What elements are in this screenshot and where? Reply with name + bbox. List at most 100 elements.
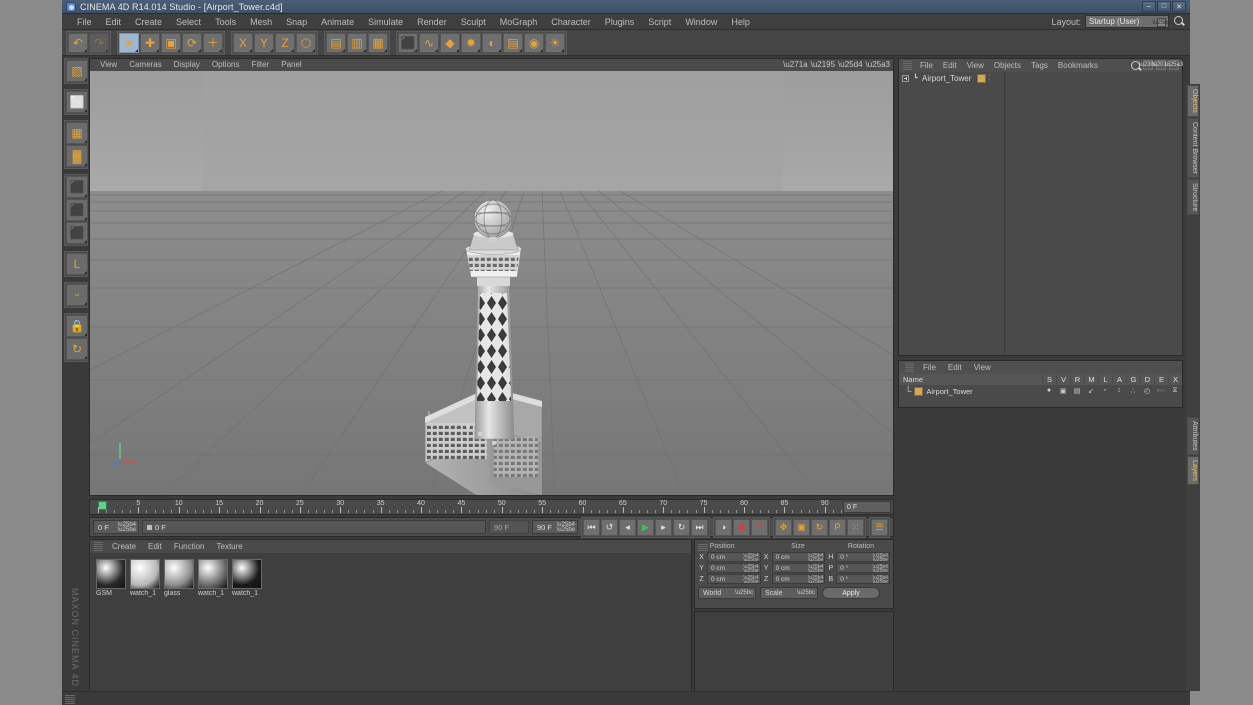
object-axis-tool[interactable]: ⬛: [66, 176, 88, 198]
material-preview-sphere[interactable]: [198, 559, 228, 589]
layer-column-X[interactable]: X: [1168, 375, 1182, 384]
vtab-layers[interactable]: Layers: [1187, 455, 1199, 485]
spinner-icon[interactable]: \u25b4 \u25be: [873, 554, 888, 563]
viewport-menu-filter[interactable]: Filter: [245, 59, 275, 71]
scale-tool[interactable]: ▣: [161, 32, 181, 53]
material-preview-sphere[interactable]: [96, 559, 126, 589]
size-z-field[interactable]: 0 cm \u25b4 \u25be: [771, 574, 826, 585]
x-axis-lock[interactable]: X: [233, 32, 253, 53]
start-frame-field[interactable]: 0 F \u25b4 \u25be: [93, 520, 139, 534]
previous-keyframe-button[interactable]: ↺: [601, 518, 618, 536]
y-axis-lock[interactable]: Y: [254, 32, 274, 53]
record-active-objects-button[interactable]: ◉: [733, 518, 750, 536]
size-mode-dropdown[interactable]: Scale \u25bc: [760, 587, 818, 599]
planar-workplane-tool[interactable]: ↻: [66, 338, 88, 360]
object-menu-view[interactable]: View: [962, 59, 989, 72]
layer-column-A[interactable]: A: [1112, 375, 1126, 384]
vtab-objects[interactable]: Objects: [1187, 85, 1199, 117]
timeline-ruler[interactable]: 5 10 15 20 25 30 35 40 45 50 55 60 65 70 75 80 85 90: [90, 500, 850, 514]
menu-plugins[interactable]: Plugins: [598, 14, 642, 30]
menu-help[interactable]: Help: [724, 14, 757, 30]
add-deformer[interactable]: ◐: [482, 32, 502, 53]
spinner-icon[interactable]: \u25b4 \u25be: [743, 565, 758, 574]
layer-column-L[interactable]: L: [1098, 375, 1112, 384]
zoom-icon[interactable]: \u2195: [811, 60, 835, 69]
maximize-button[interactable]: □: [1157, 1, 1171, 12]
layer-flag-M[interactable]: ↙: [1084, 387, 1098, 395]
model-mode-tool[interactable]: ⬜: [66, 91, 88, 113]
menu-create[interactable]: Create: [128, 14, 169, 30]
material-preview-sphere[interactable]: [164, 559, 194, 589]
pos-x-field[interactable]: 0 cm \u25b4 \u25be: [706, 552, 761, 563]
vtab-attributes[interactable]: Attributes: [1187, 417, 1199, 455]
go-to-start-button[interactable]: ⏮: [583, 518, 600, 536]
panel-grip-icon[interactable]: [94, 542, 103, 551]
search-icon[interactable]: [1130, 60, 1140, 70]
spinner-icon[interactable]: \u25b4 \u25be: [808, 554, 823, 563]
expand-icon[interactable]: [902, 74, 909, 82]
layer-flag-A[interactable]: ↕: [1112, 387, 1126, 395]
layer-column-V[interactable]: V: [1056, 375, 1070, 384]
next-keyframe-button[interactable]: ↻: [673, 518, 690, 536]
menu-animate[interactable]: Animate: [314, 14, 361, 30]
play-button[interactable]: ▶: [637, 518, 654, 536]
menu-window[interactable]: Window: [678, 14, 724, 30]
parameter-key-button[interactable]: P: [829, 518, 846, 536]
close-button[interactable]: ✕: [1172, 1, 1186, 12]
spinner-icon[interactable]: \u25b4 \u25be: [557, 522, 575, 533]
panel-grip-icon[interactable]: [905, 363, 914, 372]
workplane-tool[interactable]: L: [66, 253, 88, 275]
menu-edit[interactable]: Edit: [99, 14, 129, 30]
material-item[interactable]: glass: [164, 559, 194, 597]
size-x-field[interactable]: 0 cm \u25b4 \u25be: [771, 552, 826, 563]
object-menu-objects[interactable]: Objects: [989, 59, 1026, 72]
material-menu-create[interactable]: Create: [106, 540, 142, 553]
menu-sculpt[interactable]: Sculpt: [454, 14, 493, 30]
layer-flag-S[interactable]: ●: [1042, 387, 1056, 395]
rot-p-field[interactable]: 0 ° \u25b4 \u25be: [836, 563, 890, 574]
autokeying-button[interactable]: ◑: [715, 518, 732, 536]
timeline-ruler-panel[interactable]: 5 10 15 20 25 30 35 40 45 50 55 60 65 70 75 80 85 90 0 F: [89, 499, 894, 515]
coordinate-system-dropdown[interactable]: World \u25bc: [698, 587, 756, 599]
add-cube-primitive[interactable]: ⬛: [398, 32, 418, 53]
pos-z-field[interactable]: 0 cm \u25b4 \u25be: [706, 574, 761, 585]
viewport-solo-tool[interactable]: ⬛: [66, 222, 88, 244]
spinner-icon[interactable]: \u25b4 \u25be: [118, 522, 136, 533]
menu-snap[interactable]: Snap: [279, 14, 314, 30]
maximize-viewport-icon[interactable]: \u25a3: [866, 60, 890, 69]
step-forward-button[interactable]: ▸: [655, 518, 672, 536]
layer-menu-edit[interactable]: Edit: [942, 361, 968, 374]
texture-tag-icon[interactable]: [977, 73, 987, 83]
layout-dropdown[interactable]: Startup (User) \u25bc: [1085, 15, 1171, 28]
layer-column-M[interactable]: M: [1084, 375, 1098, 384]
layer-color-swatch[interactable]: [914, 386, 924, 396]
texture-axis-tool[interactable]: ▧: [66, 60, 88, 82]
layer-flag-R[interactable]: ▤: [1070, 387, 1084, 395]
viewport-menu-display[interactable]: Display: [168, 59, 206, 71]
layer-column-D[interactable]: D: [1140, 375, 1154, 384]
layer-column-G[interactable]: G: [1126, 375, 1140, 384]
search-icon[interactable]: [1173, 15, 1186, 28]
add-light[interactable]: ☀: [545, 32, 565, 53]
spinner-icon[interactable]: \u25b4 \u25be: [873, 576, 888, 585]
size-y-field[interactable]: 0 cm \u25b4 \u25be: [771, 563, 826, 574]
material-item[interactable]: GSM: [96, 559, 126, 597]
step-back-button[interactable]: ◂: [619, 518, 636, 536]
viewport-menu-options[interactable]: Options: [206, 59, 246, 71]
live-selection-tool[interactable]: ➤: [119, 32, 139, 53]
menu-tools[interactable]: Tools: [208, 14, 243, 30]
object-menu-bookmarks[interactable]: Bookmarks: [1053, 59, 1103, 72]
rot-h-field[interactable]: 0 ° \u25b4 \u25be: [836, 552, 890, 563]
add-tool[interactable]: ＋: [203, 32, 223, 53]
redo-button[interactable]: ↷: [89, 32, 109, 53]
spinner-icon[interactable]: \u25b4 \u25be: [808, 576, 823, 585]
enable-axis-tool[interactable]: ⬛: [66, 199, 88, 221]
rotation-key-button[interactable]: ↻: [811, 518, 828, 536]
animation-range-bar[interactable]: 0 F: [142, 520, 486, 534]
panel-grip-icon[interactable]: [903, 61, 912, 70]
add-camera[interactable]: ◉: [524, 32, 544, 53]
material-item[interactable]: watch_1: [232, 559, 262, 597]
add-nurbs-generator[interactable]: ◆: [440, 32, 460, 53]
points-mode-tool[interactable]: ▦: [66, 122, 88, 144]
spinner-icon[interactable]: \u25b4 \u25be: [743, 576, 758, 585]
